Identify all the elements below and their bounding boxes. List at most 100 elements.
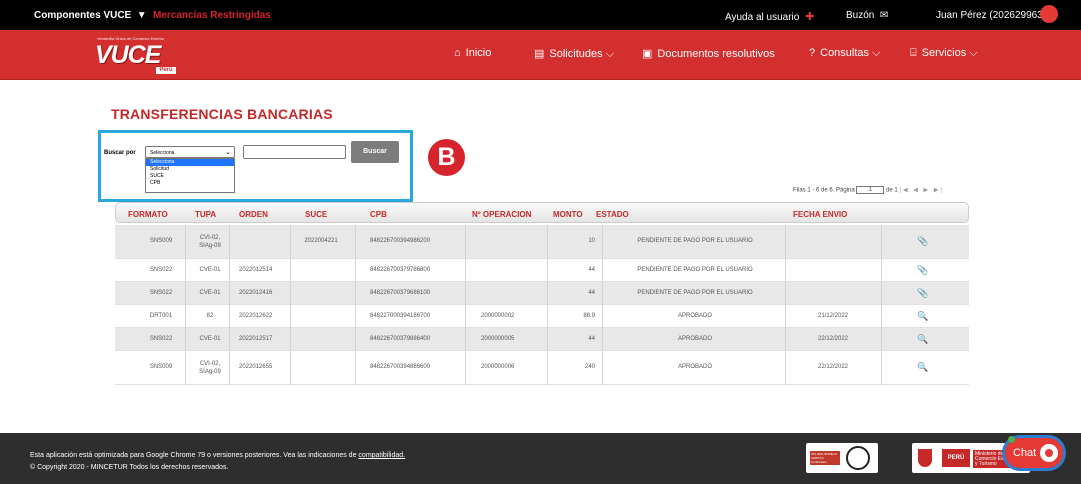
magnifier-icon[interactable]: 🔍	[917, 362, 928, 373]
clip-icon[interactable]: 📎	[917, 288, 928, 299]
column-divider	[355, 225, 356, 259]
bv-seal-icon	[846, 446, 870, 470]
column-divider	[465, 282, 466, 305]
cell-fecha: 21/12/2022	[817, 312, 849, 319]
clip-icon[interactable]: 📎	[917, 265, 928, 276]
shield-icon	[918, 449, 932, 467]
buscar-por-label: Buscar por	[104, 150, 136, 156]
column-divider	[547, 351, 548, 385]
chevron-down-icon: ⌄	[225, 149, 231, 156]
mail-icon: ✉	[877, 10, 889, 21]
nav-consultas[interactable]: ? Consultas ⌵	[809, 47, 880, 60]
vuce-logo[interactable]: Ventanilla Única de Comercio Exterior VU…	[95, 36, 183, 74]
option-selecciona[interactable]: Selecciona	[146, 159, 234, 166]
peru-label: PERÚ	[942, 449, 970, 467]
ayuda-label: Ayuda al usuario	[725, 12, 800, 23]
column-divider	[465, 305, 466, 328]
column-divider	[881, 259, 882, 282]
user-menu[interactable]: Juan Pérez (20262996329)	[936, 10, 1057, 21]
magnifier-icon[interactable]: 🔍	[917, 311, 928, 322]
magnifier-icon[interactable]: 🔍	[917, 334, 928, 345]
clip-icon[interactable]: 📎	[917, 236, 928, 247]
cell-cpb: 848226700379886400	[370, 335, 431, 342]
col-orden[interactable]: ORDEN	[239, 210, 268, 219]
search-input[interactable]	[243, 145, 346, 159]
bureau-veritas-logo: ISO 9001 BUREAU VERITAS Certification	[806, 443, 878, 473]
col-fecha-envio[interactable]: FECHA ENVIO	[793, 210, 847, 219]
componentes-vuce-menu[interactable]: Componentes VUCE ▼	[34, 10, 147, 21]
cell-orden: 2022012514	[239, 266, 273, 273]
table-row[interactable]: SNS022 CVE-01 2022012416 848226700379686100…	[115, 282, 969, 305]
column-divider	[355, 259, 356, 282]
nav-solicitudes[interactable]: ▤ Solicitudes ⌵	[534, 47, 614, 61]
pager-arrows-icon[interactable]: |◀ ◀ ▶ ▶|	[899, 188, 944, 194]
cell-cpb: 848226700394986200	[370, 238, 431, 244]
cell-formato: SNS009	[149, 364, 173, 370]
table-row[interactable]: SNS009 CVI-02, SIAg-09 2022012655 848226700…	[115, 351, 969, 385]
nav-servicios[interactable]: ⌸ Servicios ⌵	[910, 47, 978, 60]
caret-down-icon: ▼	[134, 10, 147, 21]
option-suce[interactable]: SUCE	[146, 173, 234, 180]
column-divider	[290, 225, 291, 259]
column-divider	[229, 282, 230, 305]
chat-button[interactable]: Chat	[1005, 438, 1063, 468]
buscar-button[interactable]: Buscar	[351, 141, 399, 163]
cell-fecha: 22/12/2022	[817, 364, 849, 370]
buscar-por-select[interactable]: Selecciona ⌄	[145, 146, 235, 158]
column-divider	[547, 305, 548, 328]
cell-monto: 88.9	[583, 312, 595, 319]
compatibilidad-link[interactable]: compatibilidad.	[358, 452, 405, 459]
col-cpb[interactable]: CPB	[370, 210, 387, 219]
cell-tupa: 82	[206, 312, 214, 319]
column-divider	[185, 259, 186, 282]
cell-orden: 2022012416	[239, 289, 273, 296]
nav-solicitudes-label: Solicitudes	[549, 48, 603, 60]
col-suce[interactable]: SUCE	[305, 210, 327, 219]
nav-documentos-label: Documentos resolutivos	[657, 48, 775, 60]
ayuda-usuario-link[interactable]: Ayuda al usuario ✚	[725, 10, 814, 23]
column-divider	[465, 328, 466, 351]
col-estado[interactable]: ESTADO	[596, 210, 629, 219]
cell-estado: PENDIENTE DE PAGO POR EL USUARIO	[637, 289, 753, 296]
col-formato[interactable]: FORMATO	[128, 210, 168, 219]
table-row[interactable]: DRT001 82 2022012622 848227000394186700 2000…	[115, 305, 969, 328]
annotation-badge-b: B	[428, 139, 465, 176]
table-row[interactable]: SNS022 CVE-01 2022012517 848226700379886400…	[115, 328, 969, 351]
footer: Esta aplicación está optimizada para Goo…	[0, 433, 1081, 484]
cell-orden: 2022012655	[239, 364, 273, 370]
nav-documentos-resolutivos[interactable]: ▣ Documentos resolutivos	[642, 47, 775, 60]
col-operacion[interactable]: Nº OPERACION	[472, 210, 531, 219]
user-avatar-icon[interactable]	[1040, 5, 1058, 23]
help-icon: ?	[809, 47, 816, 59]
cell-tupa: CVE-01	[199, 266, 221, 273]
footer-compat-text: Esta aplicación está optimizada para Goo…	[30, 452, 405, 459]
column-divider	[355, 305, 356, 328]
cell-formato: SNS009	[149, 238, 173, 244]
cell-monto: 10	[588, 238, 595, 244]
nav-inicio[interactable]: ⌂ Inicio	[454, 47, 491, 59]
table-row[interactable]: SNS022 CVE-01 2022012514 848226700379786800…	[115, 259, 969, 282]
page-number-input[interactable]: 1	[856, 186, 885, 194]
page-title: TRANSFERENCIAS BANCARIAS	[111, 106, 333, 122]
option-cpb[interactable]: CPB	[146, 180, 234, 187]
cell-operacion: 2000000005	[481, 335, 515, 342]
cell-monto: 44	[588, 335, 595, 342]
nav-inicio-label: Inicio	[465, 47, 492, 59]
col-tupa[interactable]: TUPA	[195, 210, 216, 219]
col-monto[interactable]: MONTO	[553, 210, 583, 219]
mercancias-restringidas-link[interactable]: Mercancías Restringidas	[153, 10, 271, 21]
column-divider	[881, 282, 882, 305]
bv-label: ISO 9001 BUREAU VERITAS Certification	[810, 451, 840, 465]
top-bar: Componentes VUCE ▼ Mercancías Restringid…	[0, 0, 1081, 30]
buzon-link[interactable]: Buzón ✉	[846, 10, 888, 21]
componentes-label: Componentes VUCE	[34, 10, 132, 21]
cell-formato: SNS022	[149, 266, 173, 273]
logo-peru: Perú	[156, 67, 176, 74]
cell-monto: 44	[588, 289, 595, 296]
option-solicitud[interactable]: Solicitud	[146, 166, 234, 173]
cell-cpb: 848226700379786800	[370, 266, 431, 273]
table-row[interactable]: SNS009 CVI-02, SIAg-09 2022004221 848226700…	[115, 225, 969, 259]
user-name: Juan Pérez (20262996329)	[936, 10, 1058, 21]
column-divider	[881, 351, 882, 385]
column-divider	[185, 328, 186, 351]
